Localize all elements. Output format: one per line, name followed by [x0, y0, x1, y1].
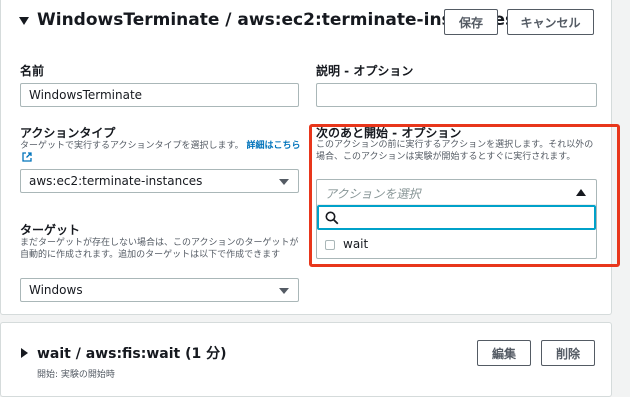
- cancel-button[interactable]: キャンセル: [507, 9, 594, 35]
- dropdown-option-wait[interactable]: wait: [317, 232, 596, 258]
- description-label: 説明 - オプション: [316, 64, 414, 78]
- search-icon: [325, 211, 339, 225]
- delete-button[interactable]: 削除: [541, 340, 595, 366]
- start-after-placeholder: アクションを選択: [325, 187, 421, 201]
- caret-right-icon[interactable]: [21, 348, 28, 358]
- start-after-description: このアクションの前に実行するアクションを選択します。それ以外の場合、このアクショ…: [316, 140, 594, 162]
- option-checkbox[interactable]: [325, 240, 335, 250]
- start-after-dropdown: アクションを選択 wait: [316, 179, 597, 259]
- action-type-value: aws:ec2:terminate-instances: [29, 174, 203, 188]
- action-type-label: アクションタイプ: [20, 126, 116, 140]
- chevron-down-icon: [279, 179, 289, 185]
- action-type-select[interactable]: aws:ec2:terminate-instances: [20, 169, 299, 193]
- action-editor-panel: WindowsTerminate / aws:ec2:terminate-ins…: [0, 0, 612, 315]
- wait-action-subtitle: 開始: 実験の開始時: [37, 370, 115, 380]
- action-type-desc-text: ターゲットで実行するアクションタイプを選択します。: [20, 141, 244, 151]
- save-button[interactable]: 保存: [444, 9, 498, 35]
- target-description: まだターゲットが存在しない場合は、このアクションのターゲットが自動的に作成されま…: [20, 238, 299, 260]
- dropdown-search-input[interactable]: [345, 209, 585, 226]
- name-field[interactable]: WindowsTerminate: [20, 83, 299, 107]
- edit-button[interactable]: 編集: [477, 340, 531, 366]
- wait-action-panel: wait / aws:fis:wait (1 分) 開始: 実験の開始時 編集 …: [0, 322, 612, 397]
- learn-more-label[interactable]: 詳細はこちら: [247, 141, 301, 151]
- name-label: 名前: [20, 64, 45, 78]
- target-label: ターゲット: [20, 223, 81, 237]
- external-link-icon[interactable]: [22, 152, 32, 162]
- action-type-description: ターゲットで実行するアクションタイプを選択します。 詳細はこちら: [20, 140, 302, 164]
- description-field[interactable]: [316, 83, 597, 107]
- panel-header: WindowsTerminate / aws:ec2:terminate-ins…: [1, 0, 611, 44]
- caret-down-icon[interactable]: [19, 17, 29, 25]
- target-select[interactable]: Windows: [20, 278, 299, 302]
- start-after-select[interactable]: アクションを選択: [317, 180, 596, 205]
- target-value: Windows: [29, 283, 83, 297]
- caret-up-icon[interactable]: [576, 189, 586, 196]
- wait-action-title: wait / aws:fis:wait (1 分): [37, 346, 227, 362]
- option-label[interactable]: wait: [343, 237, 368, 251]
- dropdown-search: [317, 205, 596, 230]
- chevron-down-icon: [279, 288, 289, 294]
